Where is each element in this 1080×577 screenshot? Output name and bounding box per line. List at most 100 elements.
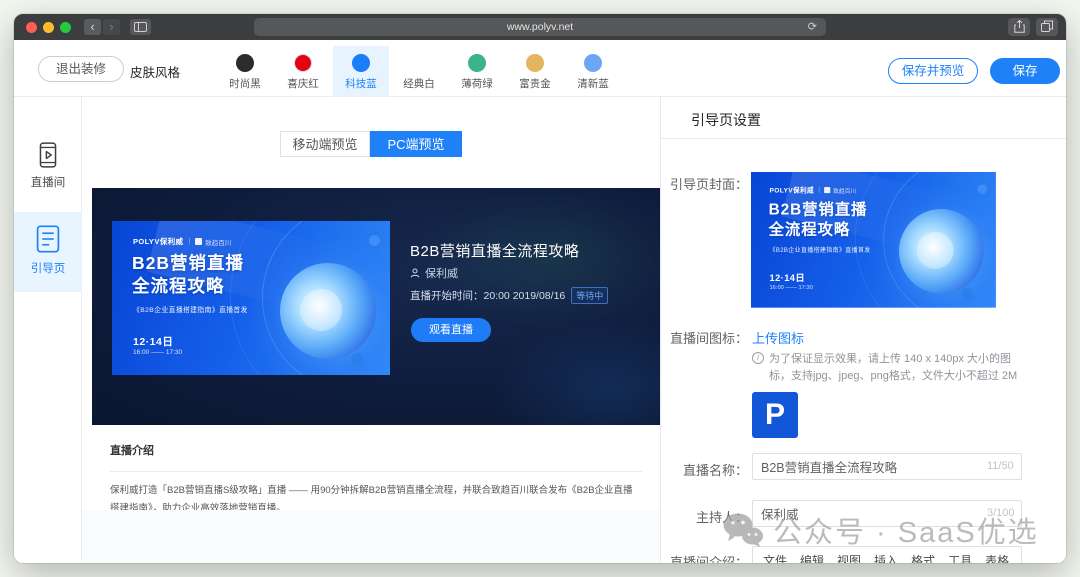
name-char-counter: 11/50 [987,460,1014,472]
save-button[interactable]: 保存 [990,58,1060,84]
sidebar-item-guide-page[interactable]: 引导页 [14,212,82,292]
back-button[interactable] [84,19,101,35]
decorator-toolbar: 退出装修 皮肤风格 时尚黑 喜庆红 科技蓝 经典白 薄荷绿 富贵金 清新蓝 [14,40,1066,97]
zoom-window-button[interactable] [60,22,71,33]
forward-button[interactable] [103,19,120,35]
exit-decoration-button[interactable]: 退出装修 [38,56,124,82]
banner-logos: POLYV保利威 | 致趋百川 [770,185,857,195]
skin-swatch-red[interactable] [294,54,312,72]
settings-divider [661,138,1066,139]
skin-option-tech-blue[interactable]: 科技蓝 [333,46,389,97]
skin-swatch-mint-green[interactable] [468,54,486,72]
editor-menu-bar: 文件 编辑 视图 插入 格式 工具 表格 [753,547,1021,563]
skin-option-gold[interactable]: 富贵金 [507,46,563,97]
person-icon [410,268,420,278]
editor-menu-view[interactable]: 视图 [837,552,861,563]
deco-dot [962,288,973,299]
banner-title: B2B营销直播 全流程攻略 [769,199,868,240]
live-cover-banner: POLYV保利威 | 致趋百川 B2B营销直播 全流程攻略 《B2B企业直播搭建… [112,221,390,375]
skin-swatch-tech-blue[interactable] [352,54,370,72]
skin-option-white[interactable]: 经典白 [391,46,447,97]
room-intro-editor[interactable]: 文件 编辑 视图 插入 格式 工具 表格 [752,546,1022,563]
editor-menu-table[interactable]: 表格 [985,552,1009,563]
live-intro-section: 直播介绍 保利威打造「B2B营销直播S级攻略」直播 —— 用90分钟拆解B2B营… [92,425,660,518]
banner-time: 16:00 —— 17:30 [133,349,182,356]
editor-menu-edit[interactable]: 编辑 [800,552,824,563]
info-icon [752,352,764,364]
guide-page-settings-panel: 引导页设置 引导页封面： POLYV保利威 | 致趋百川 [660,97,1066,563]
editor-menu-tools[interactable]: 工具 [948,552,972,563]
skin-swatch-white[interactable] [410,54,428,72]
skin-swatch-fresh-blue[interactable] [584,54,602,72]
skin-option-mint-green[interactable]: 薄荷绿 [449,46,505,97]
guide-page-hero: POLYV保利威 | 致趋百川 B2B营销直播 全流程攻略 《B2B企业直播搭建… [92,188,660,425]
banner-date: 12·14日 [770,272,806,285]
skin-swatch-black[interactable] [236,54,254,72]
preview-area: 移动端预览 PC端预览 POLYV保利威 | 致趋百川 [82,97,660,563]
partner-logo-icon [195,238,202,245]
preview-footer-area [82,510,660,563]
banner-subtitle: 《B2B企业直播搭建指南》直播首发 [133,304,248,314]
live-room-icon [35,141,61,169]
preview-tabs: 移动端预览 PC端预览 [280,131,462,157]
cover-label: 引导页封面： [661,174,748,193]
host-char-counter: 3/100 [987,507,1015,519]
banner-logos: POLYV保利威 | 致趋百川 [133,236,231,247]
live-intro-heading: 直播介绍 [92,425,660,458]
deco-dot [351,353,364,366]
cover-thumbnail[interactable]: POLYV保利威 | 致趋百川 B2B营销直播 全流程攻略 《B2B企业直播搭建… [751,172,996,308]
skin-option-fresh-blue[interactable]: 清新蓝 [565,46,621,97]
live-title: B2B营销直播全流程攻略 [410,240,579,261]
tab-pc-preview[interactable]: PC端预览 [370,131,462,157]
minimize-window-button[interactable] [43,22,54,33]
deco-dot [369,235,380,246]
editor-menu-file[interactable]: 文件 [763,552,787,563]
live-start-time: 直播开始时间：20:00 2019/08/16 [410,288,565,303]
browser-window: www.polyv.net 退出装修 皮肤风格 时尚黑 喜庆红 科技蓝 经典白 [14,14,1066,563]
sidebar-item-live-room[interactable]: 直播间 [14,141,82,203]
live-host: 保利威 [425,265,458,281]
glow-disc-core [300,289,342,331]
watch-live-button[interactable]: 观看直播 [411,318,491,342]
banner-date: 12·14日 [133,334,173,349]
browser-titlebar: www.polyv.net [14,14,1066,40]
host-input[interactable] [752,500,1022,527]
partner-logo-icon [824,187,830,193]
banner-time: 16:00 —— 17:30 [770,285,813,291]
live-host-row: 保利威 [410,265,458,281]
host-label: 主持人： [661,507,748,526]
upload-icon-link[interactable]: 上传图标 [752,328,804,347]
url-text: www.polyv.net [507,21,573,33]
skin-swatch-gold[interactable] [526,54,544,72]
room-icon-label: 直播间图标： [661,328,748,347]
address-bar[interactable]: www.polyv.net [254,18,826,36]
editor-menu-format[interactable]: 格式 [911,552,935,563]
glow-disc-core [917,232,954,269]
save-and-preview-button[interactable]: 保存并预览 [888,58,978,84]
room-intro-label: 直播间介绍： [661,552,748,563]
live-name-input[interactable] [752,453,1022,480]
editor-menu-insert[interactable]: 插入 [874,552,898,563]
banner-title: B2B营销直播 全流程攻略 [132,252,244,298]
skin-style-label: 皮肤风格 [130,62,180,81]
tab-overview-icon[interactable] [1036,18,1058,36]
close-window-button[interactable] [26,22,37,33]
room-icon-preview: P [752,392,798,438]
guide-page-icon [34,224,62,254]
skin-option-black[interactable]: 时尚黑 [217,46,273,97]
settings-title: 引导页设置 [691,110,761,130]
live-start-time-row: 直播开始时间：20:00 2019/08/16 等待中 [410,287,608,304]
banner-subtitle: 《B2B企业直播搭建指南》直播首发 [770,245,871,254]
status-badge: 等待中 [571,287,608,304]
sidebar-toggle-icon[interactable] [130,19,151,35]
live-name-label: 直播名称： [661,460,748,479]
intro-divider [110,471,642,472]
tab-mobile-preview[interactable]: 移动端预览 [280,131,370,157]
deco-dot [977,184,987,194]
cover-banner-thumb: POLYV保利威 | 致趋百川 B2B营销直播 全流程攻略 《B2B企业直播搭建… [751,172,996,308]
reload-icon[interactable] [808,18,817,36]
icon-upload-hint: 为了保证显示效果，请上传 140 x 140px 大小的图标，支持jpg、jpe… [752,351,1030,385]
skin-option-red[interactable]: 喜庆红 [275,46,331,97]
left-sidebar: 直播间 引导页 [14,97,82,563]
share-icon[interactable] [1008,18,1030,36]
